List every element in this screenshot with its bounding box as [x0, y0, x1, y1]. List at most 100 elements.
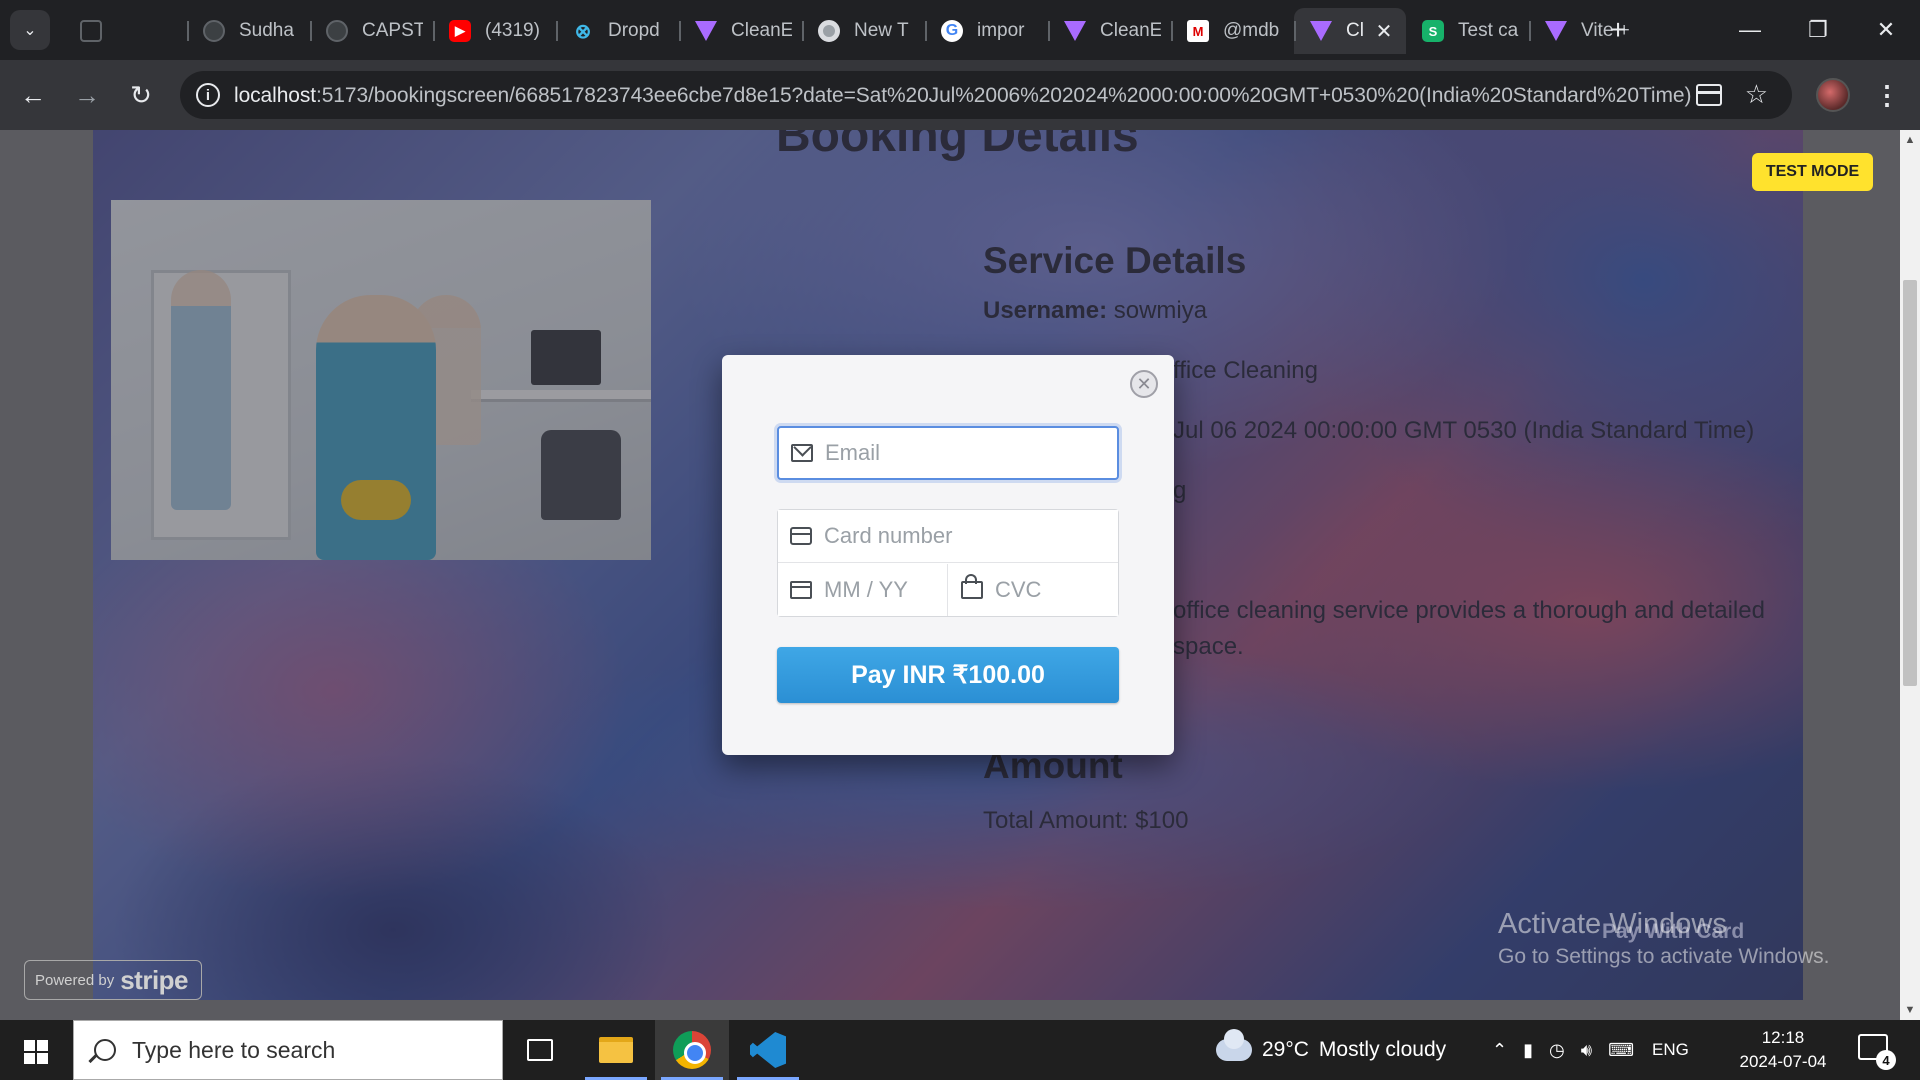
- clock-time: 12:18: [1761, 1028, 1805, 1047]
- chevron-up-icon[interactable]: ⌃: [1492, 1040, 1507, 1061]
- task-view-button[interactable]: [503, 1020, 577, 1080]
- tab-1[interactable]: Sudha: [187, 8, 310, 54]
- pay-button[interactable]: Pay INR ₹100.00: [777, 647, 1119, 703]
- payment-card-icon[interactable]: [1696, 84, 1722, 106]
- folder-icon: [599, 1037, 633, 1063]
- powered-by-stripe-badge[interactable]: Powered by stripe: [24, 960, 202, 1000]
- tab-0[interactable]: [64, 8, 187, 54]
- tab-title: Dropd: [608, 20, 660, 41]
- volume-icon[interactable]: 🔊︎: [1581, 1040, 1592, 1061]
- taskbar-clock[interactable]: 12:18 2024-07-04: [1728, 1026, 1838, 1074]
- weather-widget[interactable]: 29°C Mostly cloudy: [1216, 1020, 1446, 1080]
- windows-taskbar: Type here to search 29°C Mostly cloudy ⌃…: [0, 1020, 1920, 1080]
- weather-description: Mostly cloudy: [1318, 1038, 1447, 1061]
- envelope-icon: [791, 444, 813, 462]
- scrollbar-thumb[interactable]: [1903, 280, 1917, 686]
- vscode-taskbar-button[interactable]: [731, 1020, 805, 1080]
- tab-8[interactable]: CleanE: [1048, 8, 1171, 54]
- card-details-group: Card number MM / YY CVC: [777, 509, 1119, 617]
- address-bar[interactable]: i localhost:5173/bookingscreen/668517823…: [180, 71, 1792, 119]
- wifi-icon[interactable]: ◷: [1549, 1040, 1565, 1061]
- tab-title: CAPST: [362, 20, 423, 41]
- page-scrollbar[interactable]: ▲ ▼: [1900, 130, 1920, 1020]
- stripe-logo: stripe: [120, 964, 189, 995]
- minimize-button[interactable]: —: [1716, 0, 1784, 60]
- tab-10-active[interactable]: Cl ✕: [1294, 8, 1406, 54]
- search-icon: [94, 1039, 116, 1061]
- cloud-icon: [1216, 1029, 1252, 1061]
- system-tray: ⌃ ▮ ◷ 🔊︎ ⌨ ENG: [1484, 1020, 1689, 1080]
- email-placeholder: Email: [825, 440, 881, 465]
- tab-title: CleanE: [731, 20, 792, 41]
- reload-button[interactable]: ↻: [120, 74, 162, 116]
- url-path: :5173/bookingscreen/668517823743ee6cbe7d…: [315, 84, 1692, 107]
- expiry-placeholder: MM / YY: [824, 577, 908, 602]
- tab-4[interactable]: ⊗ Dropd: [556, 8, 679, 54]
- tab-title: New T: [854, 20, 909, 41]
- forward-button[interactable]: →: [66, 74, 108, 116]
- tab-6[interactable]: New T: [802, 8, 925, 54]
- url-host: localhost: [234, 84, 316, 107]
- tab-7[interactable]: Gimpor: [925, 8, 1048, 54]
- profile-avatar[interactable]: [1816, 78, 1850, 112]
- chrome-icon: [818, 20, 840, 42]
- site-info-icon[interactable]: i: [196, 83, 220, 107]
- close-tab-icon[interactable]: ✕: [1372, 19, 1396, 43]
- vite-icon: [1310, 21, 1332, 41]
- url-text[interactable]: localhost:5173/bookingscreen/66851782374…: [234, 84, 1691, 108]
- mdb-icon: M: [1187, 20, 1209, 42]
- tab-title: impor: [977, 20, 1025, 41]
- cvc-field[interactable]: CVC: [949, 564, 1118, 616]
- vite-icon: [1064, 21, 1086, 41]
- tab-title: (4319): [485, 20, 540, 41]
- battery-icon[interactable]: ▮: [1523, 1040, 1533, 1061]
- close-icon[interactable]: ✕: [1130, 370, 1158, 398]
- file-explorer-button[interactable]: [579, 1020, 653, 1080]
- tab-9[interactable]: M @mdb: [1171, 8, 1294, 54]
- keyboard-icon[interactable]: ⌨: [1608, 1040, 1634, 1061]
- taskbar-search-placeholder: Type here to search: [132, 1036, 336, 1063]
- tab-11[interactable]: S Test ca: [1406, 8, 1529, 54]
- credit-card-icon: [790, 527, 812, 545]
- restore-button[interactable]: ❐: [1784, 0, 1852, 60]
- react-bootstrap-icon: ⊗: [574, 20, 592, 43]
- tab-search-button[interactable]: ⌄: [10, 10, 50, 50]
- new-tab-button[interactable]: +: [1600, 12, 1636, 48]
- activate-windows-watermark: Activate Windows Go to Settings to activ…: [1498, 908, 1830, 969]
- email-field[interactable]: Email: [777, 426, 1119, 480]
- stripe-s-icon: S: [1422, 20, 1444, 42]
- language-indicator[interactable]: ENG: [1652, 1040, 1689, 1060]
- taskbar-search-box[interactable]: Type here to search: [73, 1020, 503, 1080]
- tab-5[interactable]: CleanE: [679, 8, 802, 54]
- tab-title: Sudha: [239, 20, 294, 41]
- clock-date: 2024-07-04: [1739, 1052, 1827, 1071]
- github-icon: [326, 20, 348, 42]
- bookmark-star-icon[interactable]: ☆: [1745, 79, 1768, 110]
- tab-2[interactable]: CAPST: [310, 8, 433, 54]
- chrome-icon: [673, 1031, 711, 1069]
- expiry-field[interactable]: MM / YY: [778, 564, 948, 616]
- cvc-placeholder: CVC: [995, 577, 1042, 602]
- card-number-placeholder: Card number: [824, 523, 953, 548]
- browser-tab-strip: ⌄ Sudha CAPST ▶ (4319) ⊗ Dropd CleanE New …: [0, 0, 1920, 60]
- activate-windows-subtitle: Go to Settings to activate Windows.: [1498, 945, 1830, 968]
- scroll-up-arrow-icon[interactable]: ▲: [1900, 130, 1920, 150]
- stripe-checkout-modal: ✕ Email Card number MM / YY CVC Pay INR …: [722, 355, 1174, 755]
- tab-title: Cl: [1346, 20, 1364, 41]
- vite-icon: [695, 21, 717, 41]
- tab-3[interactable]: ▶ (4319): [433, 8, 556, 54]
- calendar-icon: [790, 581, 812, 599]
- task-view-icon: [527, 1039, 553, 1061]
- chrome-taskbar-button[interactable]: [655, 1020, 729, 1080]
- browser-menu-icon[interactable]: ⋮: [1872, 78, 1902, 112]
- close-window-button[interactable]: ✕: [1852, 0, 1920, 60]
- youtube-icon: ▶: [449, 20, 471, 42]
- tab-title: Test ca: [1458, 20, 1519, 41]
- powered-by-label: Powered by: [35, 971, 115, 989]
- windows-start-icon[interactable]: [24, 1040, 48, 1064]
- back-button[interactable]: ←: [12, 74, 54, 116]
- activate-windows-title: Activate Windows: [1498, 908, 1727, 940]
- scroll-down-arrow-icon[interactable]: ▼: [1900, 1000, 1920, 1020]
- card-number-field[interactable]: Card number: [778, 510, 1118, 563]
- notification-count-badge: 4: [1876, 1050, 1896, 1070]
